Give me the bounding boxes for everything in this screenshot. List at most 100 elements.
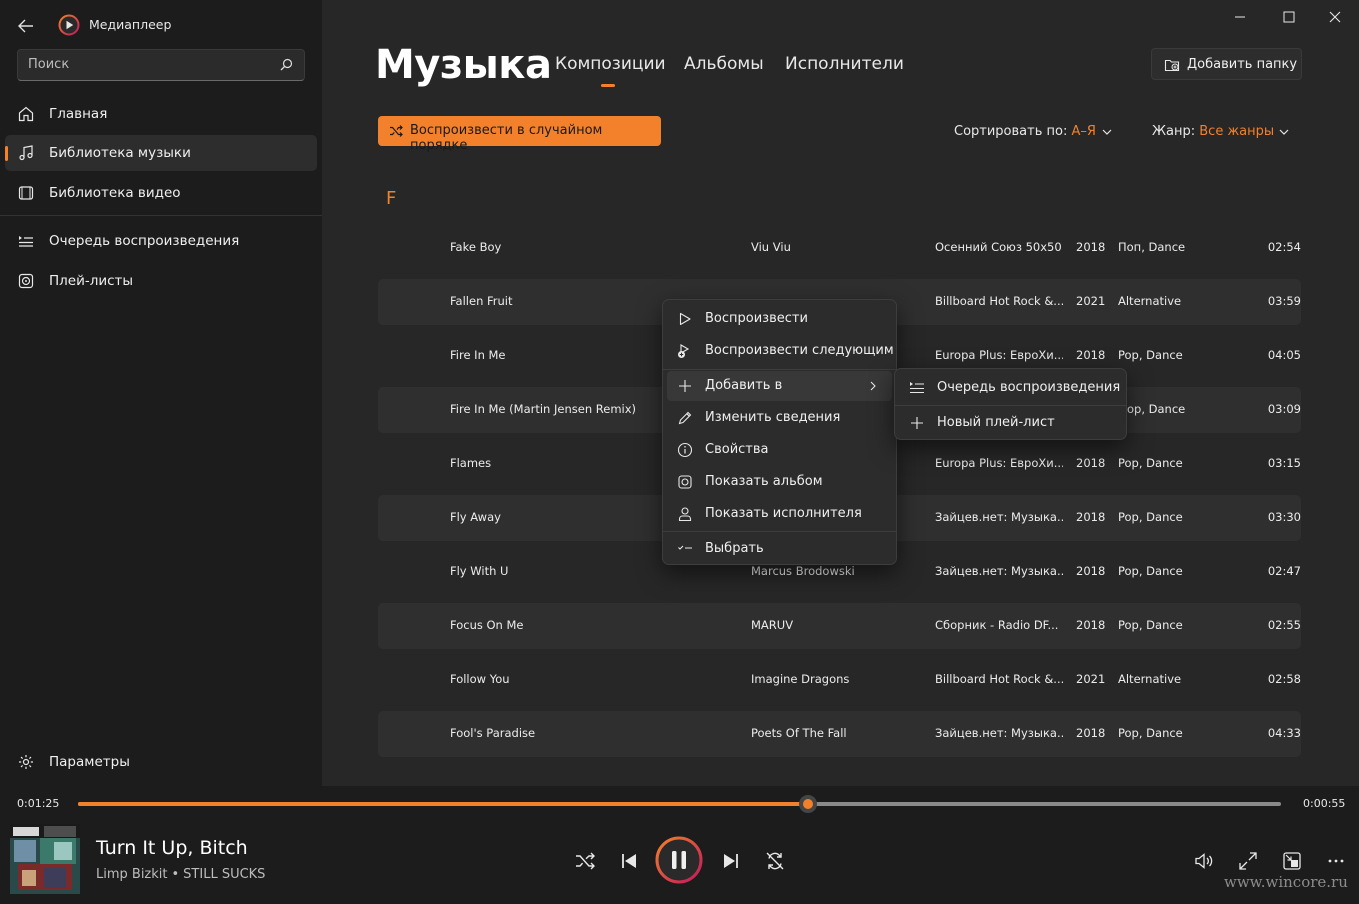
sidebar-divider (0, 215, 322, 216)
maximize-icon[interactable] (1278, 6, 1300, 28)
menu-divider (663, 369, 896, 370)
song-artist[interactable]: Poets Of The Fall (751, 726, 921, 740)
close-icon[interactable] (1324, 6, 1346, 28)
menu-item-properties[interactable]: Свойства (667, 435, 892, 465)
genre-value: Все жанры (1199, 124, 1275, 139)
sidebar-item-music-library[interactable]: Библиотека музыки (5, 135, 317, 171)
album-art[interactable] (10, 824, 80, 894)
shuffle-icon[interactable] (573, 849, 597, 873)
minimize-icon[interactable] (1229, 6, 1251, 28)
menu-item-show-album[interactable]: Показать альбом (667, 467, 892, 497)
song-album[interactable]: Зайцев.нет: Музыка... (935, 510, 1063, 524)
tab-albums[interactable]: Альбомы (684, 54, 764, 74)
genre-label: Жанр: (1152, 124, 1196, 139)
song-genre: Pop, Dance (1118, 618, 1183, 632)
song-album[interactable]: Billboard Hot Rock &... (935, 294, 1063, 308)
shuffle-all-button[interactable]: Воспроизвести в случайном порядке (378, 116, 661, 153)
song-album[interactable]: Зайцев.нет: Музыка... (935, 726, 1063, 740)
song-year: 2018 (1076, 348, 1106, 362)
previous-track-icon[interactable] (617, 849, 641, 873)
context-menu: Воспроизвести Воспроизвести следующим До… (662, 299, 897, 565)
submenu-item-queue[interactable]: Очередь воспроизведения (899, 373, 1122, 403)
sidebar-item-label: Плей-листы (49, 273, 134, 289)
table-row[interactable]: Focus On Me MARUV Сборник - Radio DF... … (378, 603, 1301, 649)
song-duration: 04:05 (1267, 348, 1301, 362)
song-artist[interactable]: Imagine Dragons (751, 672, 921, 686)
menu-item-label: Показать исполнителя (705, 506, 862, 521)
song-artist[interactable]: MARUV (751, 618, 921, 632)
song-year: 2021 (1076, 672, 1106, 686)
menu-item-edit-info[interactable]: Изменить сведения (667, 403, 892, 433)
menu-item-play[interactable]: Воспроизвести (667, 304, 892, 334)
section-letter[interactable]: F (386, 188, 396, 209)
sidebar-item-playlists[interactable]: Плей-листы (5, 263, 317, 299)
search-box[interactable]: Поиск (17, 49, 305, 81)
fullscreen-icon[interactable] (1236, 849, 1260, 873)
menu-divider (895, 405, 1126, 406)
repeat-icon[interactable] (763, 849, 787, 873)
song-artist[interactable]: Marcus Brodowski (751, 564, 921, 578)
sidebar-item-label: Очередь воспроизведения (49, 233, 240, 249)
chevron-down-icon[interactable] (1101, 126, 1113, 138)
menu-item-label: Воспроизвести (705, 311, 808, 326)
menu-item-play-next[interactable]: Воспроизвести следующим (667, 336, 894, 366)
chevron-down-icon[interactable] (1278, 126, 1290, 138)
media-player-logo-icon (58, 14, 80, 36)
song-artist[interactable]: Viu Viu (751, 240, 921, 254)
song-title: Fly With U (450, 564, 509, 578)
remaining-time: 0:00:55 (1303, 797, 1346, 810)
now-playing-artist[interactable]: Limp Bizkit (96, 867, 168, 882)
song-album[interactable]: Europa Plus: ЕвроХи... (935, 456, 1063, 470)
submenu-item-new-playlist[interactable]: Новый плей-лист (899, 408, 1122, 438)
table-row[interactable] (378, 765, 1301, 786)
person-icon (678, 507, 692, 522)
home-icon (18, 106, 34, 122)
add-folder-button[interactable]: Добавить папку (1151, 48, 1302, 80)
menu-item-select[interactable]: Выбрать (667, 534, 892, 564)
mini-player-icon[interactable] (1280, 849, 1304, 873)
song-duration: 03:15 (1267, 456, 1301, 470)
song-genre: Pop, Dance (1118, 456, 1183, 470)
song-year: 2021 (1076, 294, 1106, 308)
song-album[interactable]: Europa Plus: ЕвроХи... (935, 348, 1063, 362)
song-genre: op, Dance (1127, 402, 1186, 416)
more-options-icon[interactable] (1324, 849, 1348, 873)
tab-artists[interactable]: Исполнители (785, 54, 904, 74)
back-arrow-icon[interactable] (14, 14, 38, 38)
active-indicator (5, 146, 8, 161)
song-duration: 02:47 (1267, 564, 1301, 578)
sort-dropdown[interactable]: Сортировать по: А–Я (954, 124, 1096, 139)
sidebar-item-home[interactable]: Главная (5, 96, 317, 132)
seek-bar[interactable] (78, 795, 1281, 813)
sidebar-item-video-library[interactable]: Библиотека видео (5, 175, 317, 211)
table-row[interactable]: Fake Boy Viu Viu Осенний Союз 50x50 2018… (378, 225, 1301, 271)
search-input[interactable]: Поиск (28, 57, 69, 72)
seek-thumb[interactable] (799, 795, 818, 813)
menu-item-add-to[interactable]: Добавить в (667, 371, 892, 401)
song-album[interactable]: Осенний Союз 50x50 (935, 240, 1063, 254)
genre-dropdown[interactable]: Жанр: Все жанры (1152, 124, 1274, 139)
film-icon (18, 186, 34, 200)
next-track-icon[interactable] (719, 849, 743, 873)
table-row[interactable]: Fool's Paradise Poets Of The Fall Зайцев… (378, 711, 1301, 757)
table-row[interactable]: Follow You Imagine Dragons Billboard Hot… (378, 657, 1301, 703)
volume-icon[interactable] (1192, 849, 1216, 873)
song-album[interactable]: Billboard Hot Rock &... (935, 672, 1063, 686)
sidebar-item-settings[interactable]: Параметры (5, 744, 317, 780)
tab-songs[interactable]: Композиции (555, 54, 666, 74)
search-icon[interactable] (278, 57, 294, 73)
menu-item-show-artist[interactable]: Показать исполнителя (667, 499, 892, 529)
music-note-icon (19, 145, 33, 161)
active-tab-indicator (601, 84, 615, 87)
song-album[interactable]: Зайцев.нет: Музыка... (935, 564, 1063, 578)
now-playing-album[interactable]: STILL SUCKS (183, 867, 265, 882)
sidebar-item-queue[interactable]: Очередь воспроизведения (5, 223, 317, 259)
song-year: 2018 (1076, 240, 1106, 254)
now-playing-title[interactable]: Turn It Up, Bitch (96, 837, 248, 859)
sidebar-item-label: Главная (49, 106, 108, 122)
pause-button[interactable] (655, 836, 703, 884)
song-duration: 03:30 (1267, 510, 1301, 524)
song-album[interactable]: Сборник - Radio DF... (935, 618, 1063, 632)
submenu-item-label: Очередь воспроизведения (937, 380, 1121, 395)
song-title: Follow You (450, 672, 510, 686)
